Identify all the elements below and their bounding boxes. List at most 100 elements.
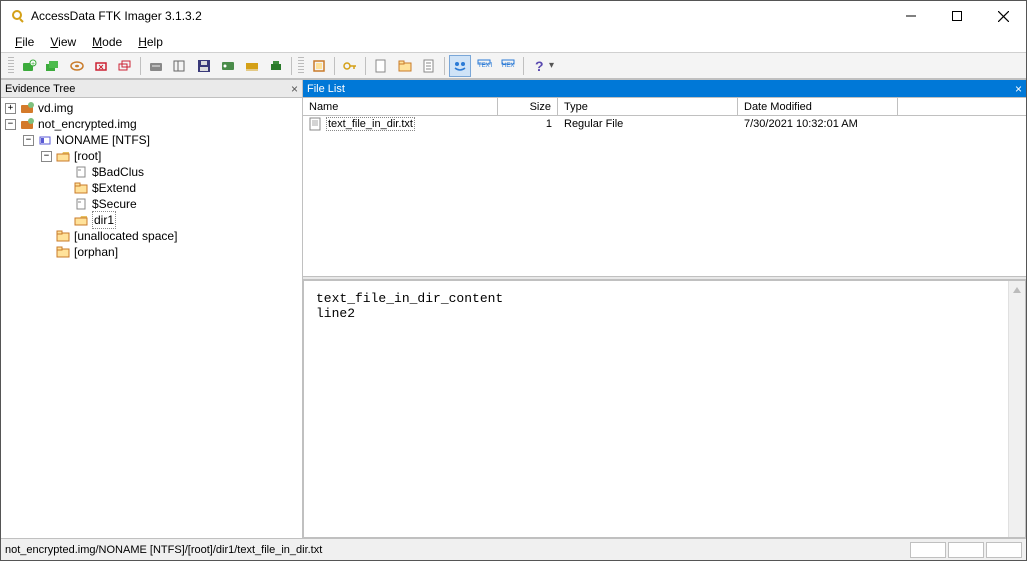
maximize-button[interactable] bbox=[934, 1, 980, 31]
toolbar-grip[interactable] bbox=[298, 57, 304, 75]
status-cell bbox=[986, 542, 1022, 558]
save-icon[interactable] bbox=[193, 55, 215, 77]
file-date-cell: 7/30/2021 10:32:01 AM bbox=[738, 118, 898, 130]
text-file-icon bbox=[309, 117, 323, 131]
detect-icon[interactable] bbox=[308, 55, 330, 77]
folder-open-icon bbox=[73, 212, 89, 228]
menu-help[interactable]: Help bbox=[130, 33, 171, 51]
file-list-columns: Name Size Type Date Modified bbox=[303, 98, 1026, 116]
toolbar-separator bbox=[291, 57, 292, 75]
expand-icon[interactable]: + bbox=[5, 103, 16, 114]
scrollbar[interactable] bbox=[1008, 281, 1025, 537]
menu-view[interactable]: View bbox=[42, 33, 84, 51]
key-icon[interactable] bbox=[339, 55, 361, 77]
tree-item-extend[interactable]: $Extend bbox=[3, 180, 300, 196]
create-image-icon[interactable] bbox=[145, 55, 167, 77]
collapse-icon[interactable]: − bbox=[5, 119, 16, 130]
minimize-button[interactable] bbox=[888, 1, 934, 31]
evidence-tree-pane: Evidence Tree × + vd.img − not_encrypted… bbox=[1, 80, 303, 538]
menu-mode[interactable]: Mode bbox=[84, 33, 130, 51]
evidence-tree-header: Evidence Tree × bbox=[1, 80, 302, 98]
memory-icon[interactable] bbox=[241, 55, 263, 77]
toolbar-separator bbox=[365, 57, 366, 75]
close-button[interactable] bbox=[980, 1, 1026, 31]
toolbar: + TEXT HEX ? ▾ bbox=[1, 53, 1026, 79]
remove-evidence-icon[interactable] bbox=[90, 55, 112, 77]
tree-item-badclus[interactable]: $BadClus bbox=[3, 164, 300, 180]
column-size[interactable]: Size bbox=[498, 98, 558, 115]
folder-icon bbox=[55, 228, 71, 244]
tree-item-orphan[interactable]: [orphan] bbox=[3, 244, 300, 260]
file-list-title: File List bbox=[307, 83, 345, 95]
tree-label: NONAME [NTFS] bbox=[56, 132, 150, 148]
open-folder-icon[interactable] bbox=[394, 55, 416, 77]
status-cell bbox=[948, 542, 984, 558]
remove-all-icon[interactable] bbox=[114, 55, 136, 77]
window-controls bbox=[888, 1, 1026, 31]
tree-item-notencrypted[interactable]: − not_encrypted.img bbox=[3, 116, 300, 132]
column-type[interactable]: Type bbox=[558, 98, 738, 115]
column-datemodified[interactable]: Date Modified bbox=[738, 98, 898, 115]
system-file-icon bbox=[73, 196, 89, 212]
evidence-icon bbox=[19, 100, 35, 116]
content-text[interactable]: text_file_in_dir_content line2 bbox=[304, 281, 1008, 537]
add-all-icon[interactable] bbox=[42, 55, 64, 77]
status-cells bbox=[908, 542, 1022, 558]
system-file-icon bbox=[73, 164, 89, 180]
toolbar-grip[interactable] bbox=[8, 57, 14, 75]
column-name[interactable]: Name bbox=[303, 98, 498, 115]
app-icon bbox=[9, 8, 25, 24]
tree-label: $BadClus bbox=[92, 164, 144, 180]
tree-item-dir1[interactable]: dir1 bbox=[3, 212, 300, 228]
toolbar-separator bbox=[523, 57, 524, 75]
evidence-tree[interactable]: + vd.img − not_encrypted.img − NONAME [N… bbox=[1, 98, 302, 538]
svg-text:?: ? bbox=[535, 58, 544, 74]
properties-icon[interactable] bbox=[418, 55, 440, 77]
tree-item-vdimg[interactable]: + vd.img bbox=[3, 100, 300, 116]
tree-label: [root] bbox=[74, 148, 101, 164]
tree-label: $Secure bbox=[92, 196, 137, 212]
obtain-icon[interactable] bbox=[265, 55, 287, 77]
window-title: AccessData FTK Imager 3.1.3.2 bbox=[31, 9, 888, 23]
sector-icon[interactable] bbox=[217, 55, 239, 77]
close-icon[interactable]: × bbox=[1015, 82, 1022, 96]
evidence-tree-title: Evidence Tree bbox=[5, 83, 75, 95]
tree-item-unallocated[interactable]: [unallocated space] bbox=[3, 228, 300, 244]
tree-label: $Extend bbox=[92, 180, 136, 196]
export-disk-icon[interactable] bbox=[169, 55, 191, 77]
status-cell bbox=[910, 542, 946, 558]
folder-open-icon bbox=[55, 148, 71, 164]
folder-icon bbox=[73, 180, 89, 196]
tree-label: not_encrypted.img bbox=[38, 116, 137, 132]
partition-icon bbox=[37, 132, 53, 148]
tree-label: [unallocated space] bbox=[74, 228, 177, 244]
menu-file[interactable]: File bbox=[7, 33, 42, 51]
menubar: File View Mode Help bbox=[1, 31, 1026, 53]
text-mode-icon[interactable]: TEXT bbox=[473, 55, 495, 77]
content-viewer: text_file_in_dir_content line2 bbox=[303, 280, 1026, 538]
file-list[interactable]: Name Size Type Date Modified text_file_i… bbox=[303, 98, 1026, 276]
close-icon[interactable]: × bbox=[291, 82, 298, 96]
collapse-icon[interactable]: − bbox=[23, 135, 34, 146]
auto-mode-icon[interactable] bbox=[449, 55, 471, 77]
file-row[interactable]: text_file_in_dir.txt 1 Regular File 7/30… bbox=[303, 116, 1026, 132]
tree-item-noname[interactable]: − NONAME [NTFS] bbox=[3, 132, 300, 148]
help-dropdown-icon[interactable]: ▾ bbox=[549, 60, 557, 71]
collapse-icon[interactable]: − bbox=[41, 151, 52, 162]
add-evidence-item-icon[interactable]: + bbox=[18, 55, 40, 77]
file-size-cell: 1 bbox=[498, 118, 558, 130]
tree-label: [orphan] bbox=[74, 244, 118, 260]
new-file-icon[interactable] bbox=[370, 55, 392, 77]
scroll-up-icon[interactable] bbox=[1012, 285, 1022, 295]
file-name-label: text_file_in_dir.txt bbox=[326, 117, 415, 131]
hex-mode-icon[interactable]: HEX bbox=[497, 55, 519, 77]
statusbar: not_encrypted.img/NONAME [NTFS]/[root]/d… bbox=[1, 538, 1026, 560]
tree-item-root[interactable]: − [root] bbox=[3, 148, 300, 164]
folder-icon bbox=[55, 244, 71, 260]
help-icon[interactable]: ? bbox=[528, 55, 550, 77]
toolbar-separator bbox=[444, 57, 445, 75]
image-mount-icon[interactable] bbox=[66, 55, 88, 77]
file-list-header: File List × bbox=[303, 80, 1026, 98]
tree-item-secure[interactable]: $Secure bbox=[3, 196, 300, 212]
toolbar-separator bbox=[140, 57, 141, 75]
